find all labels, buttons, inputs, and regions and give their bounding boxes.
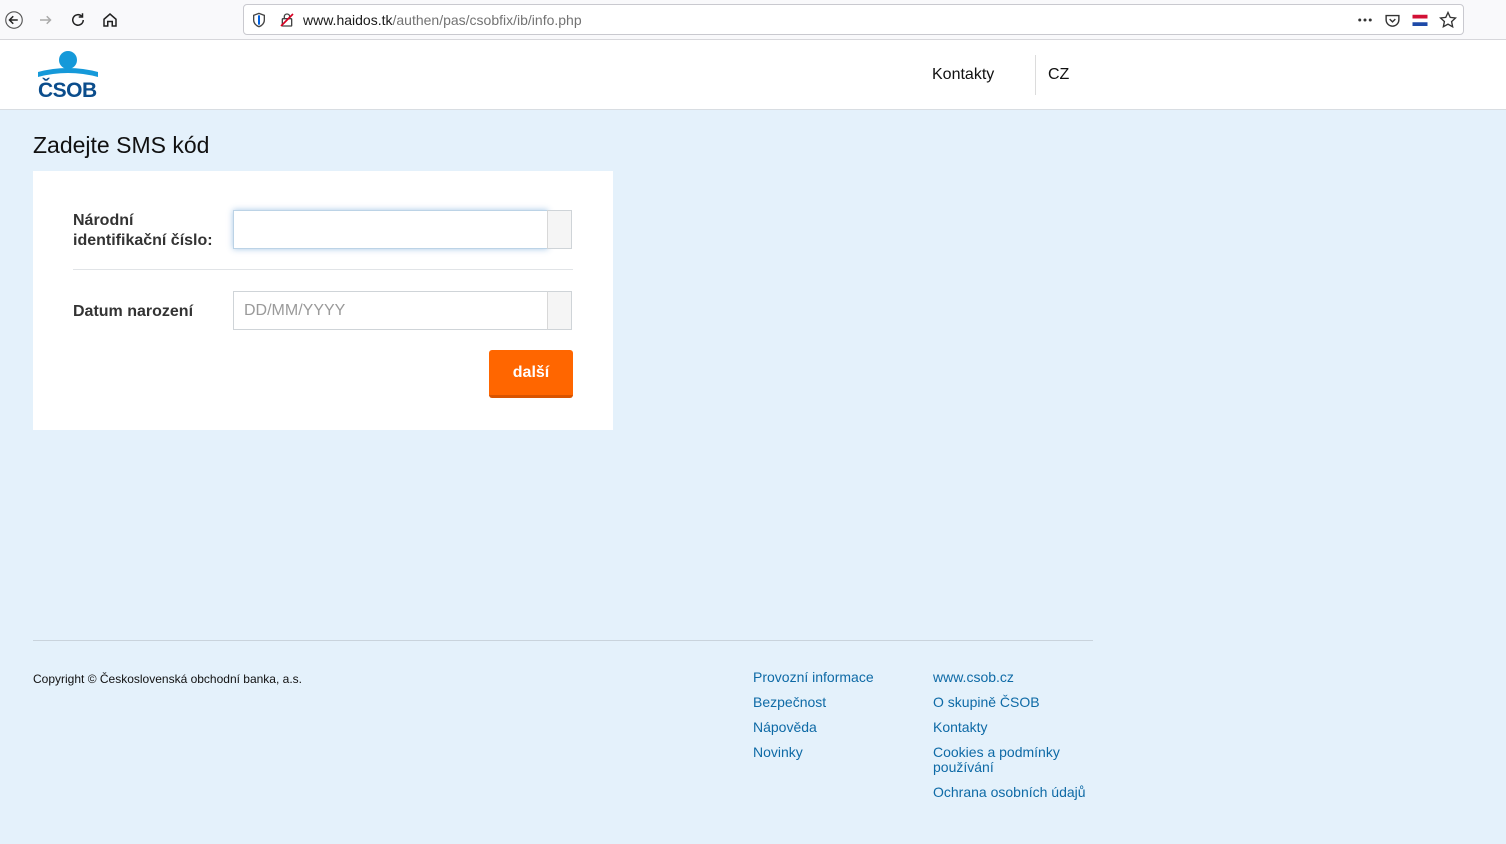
national-id-input-addon <box>547 210 572 249</box>
form-card: Národní identifikační číslo: Datum naroz… <box>33 171 613 430</box>
header-separator <box>1035 55 1036 95</box>
copyright-text: Copyright © Československá obchodní bank… <box>33 672 302 686</box>
national-id-label: Národní identifikační číslo: <box>73 211 213 251</box>
footer-divider <box>33 640 1093 641</box>
footer-link-novinky[interactable]: Novinky <box>753 745 913 760</box>
footer-link-cookies[interactable]: Cookies a podmínky používání <box>933 745 1093 775</box>
next-button[interactable]: další <box>489 350 573 398</box>
national-id-label-line2: identifikační číslo: <box>73 232 213 249</box>
footer-link-provozni-informace[interactable]: Provozní informace <box>753 670 913 685</box>
birth-date-label: Datum narození <box>73 303 194 320</box>
footer-link-napoveda[interactable]: Nápověda <box>753 720 913 735</box>
footer-link-kontakty[interactable]: Kontakty <box>933 720 1093 735</box>
birth-date-input-addon <box>547 291 572 330</box>
csob-logo-mark <box>38 51 98 77</box>
birth-date-input[interactable] <box>233 291 548 330</box>
page-title: Zadejte SMS kód <box>33 132 210 158</box>
form-divider <box>73 269 573 270</box>
birth-date-field <box>233 291 572 330</box>
back-button[interactable] <box>0 6 28 34</box>
site-header: ČSOB Kontakty CZ <box>0 40 1506 110</box>
logo-text: ČSOB <box>38 79 97 102</box>
footer-link-ochrana-udaju[interactable]: Ochrana osobních údajů <box>933 785 1093 800</box>
forward-button[interactable] <box>32 6 60 34</box>
home-button[interactable] <box>96 6 124 34</box>
footer-link-csob-cz[interactable]: www.csob.cz <box>933 670 1093 685</box>
footer-link-bezpecnost[interactable]: Bezpečnost <box>753 695 913 710</box>
back-icon <box>5 11 23 29</box>
url-host: www.haidos.tk <box>303 12 393 28</box>
insecure-lock-icon[interactable] <box>278 11 296 29</box>
browser-toolbar: www.haidos.tk/authen/pas/csobfix/ib/info… <box>0 0 1506 40</box>
forward-icon <box>40 15 52 25</box>
csob-logo[interactable]: ČSOB <box>36 50 100 102</box>
header-contacts-link[interactable]: Kontakty <box>932 66 994 84</box>
more-icon[interactable] <box>1356 11 1374 29</box>
national-id-input[interactable] <box>233 210 548 249</box>
url-path: /authen/pas/csobfix/ib/info.php <box>392 12 582 28</box>
flag-icon[interactable] <box>1411 11 1429 29</box>
national-id-field <box>233 210 572 249</box>
footer-link-o-skupine[interactable]: O skupině ČSOB <box>933 695 1093 710</box>
url-text[interactable]: www.haidos.tk/authen/pas/csobfix/ib/info… <box>303 12 582 28</box>
footer-links-col2: www.csob.cz O skupině ČSOB Kontakty Cook… <box>933 670 1093 810</box>
url-bar[interactable]: www.haidos.tk/authen/pas/csobfix/ib/info… <box>243 4 1464 35</box>
footer-links-col1: Provozní informace Bezpečnost Nápověda N… <box>753 670 913 770</box>
reload-button[interactable] <box>64 6 92 34</box>
pocket-icon[interactable] <box>1383 11 1401 29</box>
shield-icon[interactable] <box>250 11 268 29</box>
national-id-label-line1: Národní <box>73 212 134 229</box>
home-icon <box>103 13 117 27</box>
reload-icon <box>72 13 84 26</box>
language-switch[interactable]: CZ <box>1048 66 1069 84</box>
bookmark-star-icon[interactable] <box>1439 11 1457 29</box>
